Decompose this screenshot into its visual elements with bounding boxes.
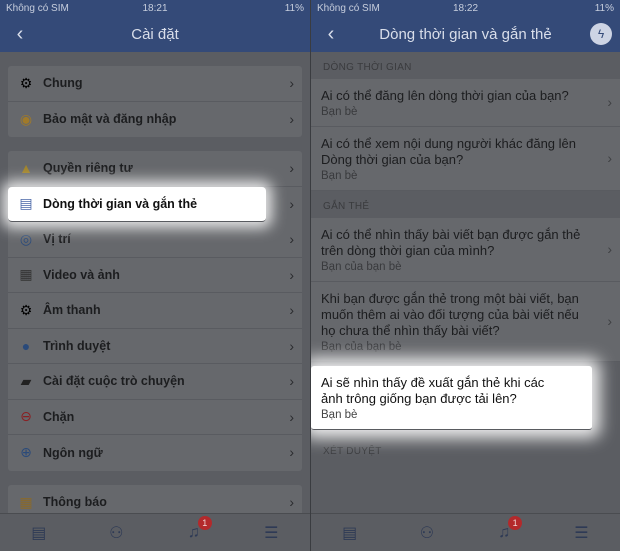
chevron-right-icon: › (607, 149, 612, 166)
carrier-label: Không có SIM (6, 2, 69, 14)
chevron-right-icon: › (289, 75, 294, 91)
notification-badge: 1 (197, 515, 212, 530)
notification-badge: 1 (508, 515, 523, 530)
section-header-tagging: GẮN THẺ (323, 201, 370, 212)
row-label: Ngôn ngữ (43, 445, 103, 460)
chevron-right-icon: › (289, 110, 294, 127)
settings-row-location[interactable]: ◎ Vị trí › (8, 222, 302, 258)
page-title: Cài đặt (131, 25, 179, 43)
tab-bar: ▤ ⚇ ♫ 1 ☰ (311, 513, 620, 551)
menu-icon[interactable]: ☰ (259, 522, 283, 544)
settings-row-timeline[interactable]: ▤ Dòng thời gian và gắn thẻ › (8, 186, 294, 222)
battery-label: 11% (284, 2, 304, 14)
settings-row-sound[interactable]: ⚙ Âm thanh › (8, 293, 302, 329)
setting-value: Bạn bè (321, 409, 358, 421)
news-feed-icon[interactable]: ▤ (338, 522, 362, 544)
chevron-right-icon: › (289, 302, 294, 318)
setting-question: Khi bạn được gắn thẻ trong một bài viết,… (321, 291, 579, 338)
row-label: Chặn (43, 409, 75, 424)
back-arrow-icon[interactable]: ‹ (10, 22, 30, 46)
setting-question: Ai có thể nhìn thấy bài viết bạn được gắ… (321, 227, 581, 258)
chat-bubbles-icon: ▰ (20, 372, 32, 389)
setting-question: Ai có thể xem nội dung người khác đăng l… (321, 136, 576, 167)
page-title: Dòng thời gian và gắn thẻ (379, 25, 552, 43)
compass-icon: ◎ (19, 230, 33, 247)
settings-row-chat[interactable]: ▰ Cài đặt cuộc trò chuyện › (8, 364, 302, 400)
settings-group-2: ▲ Quyền riêng tư › ▤ Dòng thời gian và g… (8, 151, 302, 471)
setting-question: Ai có thể đăng lên dòng thời gian của bạ… (321, 88, 569, 103)
settings-group-1: ⚙ Chung › ◉ Bảo mật và đăng nhập › (8, 66, 302, 137)
chevron-right-icon: › (289, 408, 294, 425)
row-label: Dòng thời gian và gắn thẻ (43, 196, 198, 211)
globe-icon: ⊕ (20, 444, 32, 461)
notifications-bell-icon[interactable]: ♫ 1 (492, 515, 523, 544)
notifications-bell-icon[interactable]: ♫ 1 (182, 515, 212, 544)
chevron-right-icon: › (289, 373, 294, 389)
chevron-right-icon: › (289, 160, 294, 176)
settings-row-security[interactable]: ◉ Bảo mật và đăng nhập › (8, 102, 302, 138)
lock-icon: ▲ (19, 160, 33, 177)
gear-icon: ⚙ (19, 74, 33, 91)
row-label: Vị trí (43, 232, 71, 247)
gear-icon: ⚙ (19, 301, 33, 318)
news-feed-icon[interactable]: ▤ (27, 522, 51, 544)
friends-icon[interactable]: ⚇ (104, 522, 128, 544)
timeline-tagging-panel: Không có SIM 18:22 11% ‹ Dòng thời gian … (310, 0, 620, 551)
setting-value: Bạn của bạn bè (321, 341, 402, 353)
nav-bar: ‹ Cài đặt (0, 16, 310, 52)
settings-row-language[interactable]: ⊕ Ngôn ngữ › (8, 435, 302, 471)
tab-bar: ▤ ⚇ ♫ 1 ☰ (0, 513, 310, 551)
timeline-icon: ▤ (19, 195, 33, 212)
status-bar: Không có SIM 18:21 11% (0, 0, 310, 16)
section-header-timeline: DÒNG THỜI GIAN (323, 62, 412, 73)
setting-item-tag-suggestions[interactable]: Ai sẽ nhìn thấy đề xuất gắn thẻ khi các … (311, 366, 592, 430)
setting-value: Bạn của bạn bè (321, 261, 402, 273)
settings-row-general[interactable]: ⚙ Chung › (8, 66, 302, 102)
settings-row-browser[interactable]: ● Trình duyệt › (8, 329, 302, 364)
row-label: Video và ảnh (43, 267, 120, 282)
menu-icon[interactable]: ☰ (569, 522, 593, 544)
chevron-right-icon: › (607, 240, 612, 257)
notification-icon: ▦ (19, 493, 33, 510)
block-icon: ⊖ (20, 408, 32, 425)
nav-bar: ‹ Dòng thời gian và gắn thẻ ϟ (311, 16, 620, 52)
battery-label: 11% (594, 2, 614, 14)
settings-row-privacy[interactable]: ▲ Quyền riêng tư › (8, 151, 302, 187)
back-arrow-icon[interactable]: ‹ (321, 22, 341, 46)
setting-value: Bạn bè (321, 170, 358, 182)
setting-item-tagged-audience[interactable]: Khi bạn được gắn thẻ trong một bài viết,… (311, 282, 620, 362)
setting-value: Bạn bè (321, 106, 358, 118)
carrier-label: Không có SIM (317, 2, 380, 14)
section-header-review: XÉT DUYỆT (323, 446, 382, 457)
setting-item-post-timeline[interactable]: Ai có thể đăng lên dòng thời gian của bạ… (311, 79, 620, 127)
chevron-right-icon: › (607, 93, 612, 110)
settings-row-block[interactable]: ⊖ Chặn › (8, 400, 302, 435)
row-label: Trình duyệt (43, 338, 111, 353)
chevron-right-icon: › (289, 444, 294, 460)
row-label: Âm thanh (43, 303, 101, 318)
row-label: Chung (43, 76, 83, 91)
friends-icon[interactable]: ⚇ (415, 522, 439, 544)
film-icon: ▦ (19, 266, 33, 283)
chevron-right-icon: › (289, 337, 294, 354)
badge-icon: ◉ (19, 110, 33, 127)
globe-icon: ● (21, 337, 31, 354)
chevron-right-icon: › (289, 493, 294, 510)
settings-panel: Không có SIM 18:21 11% ‹ Cài đặt ⚙ Chung… (0, 0, 310, 551)
chevron-right-icon: › (289, 231, 294, 247)
chevron-right-icon: › (289, 195, 294, 212)
row-label: Cài đặt cuộc trò chuyện (43, 374, 185, 389)
messenger-icon[interactable]: ϟ (590, 23, 612, 45)
setting-item-tagged-posts-visibility[interactable]: Ai có thể nhìn thấy bài viết bạn được gắ… (311, 218, 620, 282)
chevron-right-icon: › (607, 312, 612, 329)
row-label: Thông báo (43, 495, 107, 510)
setting-question: Ai sẽ nhìn thấy đề xuất gắn thẻ khi các … (321, 375, 545, 406)
row-label: Quyền riêng tư (43, 161, 133, 176)
settings-row-video[interactable]: ▦ Video và ảnh › (8, 258, 302, 293)
row-label: Bảo mật và đăng nhập (43, 112, 177, 127)
chevron-right-icon: › (289, 266, 294, 283)
status-bar: Không có SIM 18:22 11% (311, 0, 620, 16)
setting-item-view-others-posts[interactable]: Ai có thể xem nội dung người khác đăng l… (311, 127, 620, 191)
